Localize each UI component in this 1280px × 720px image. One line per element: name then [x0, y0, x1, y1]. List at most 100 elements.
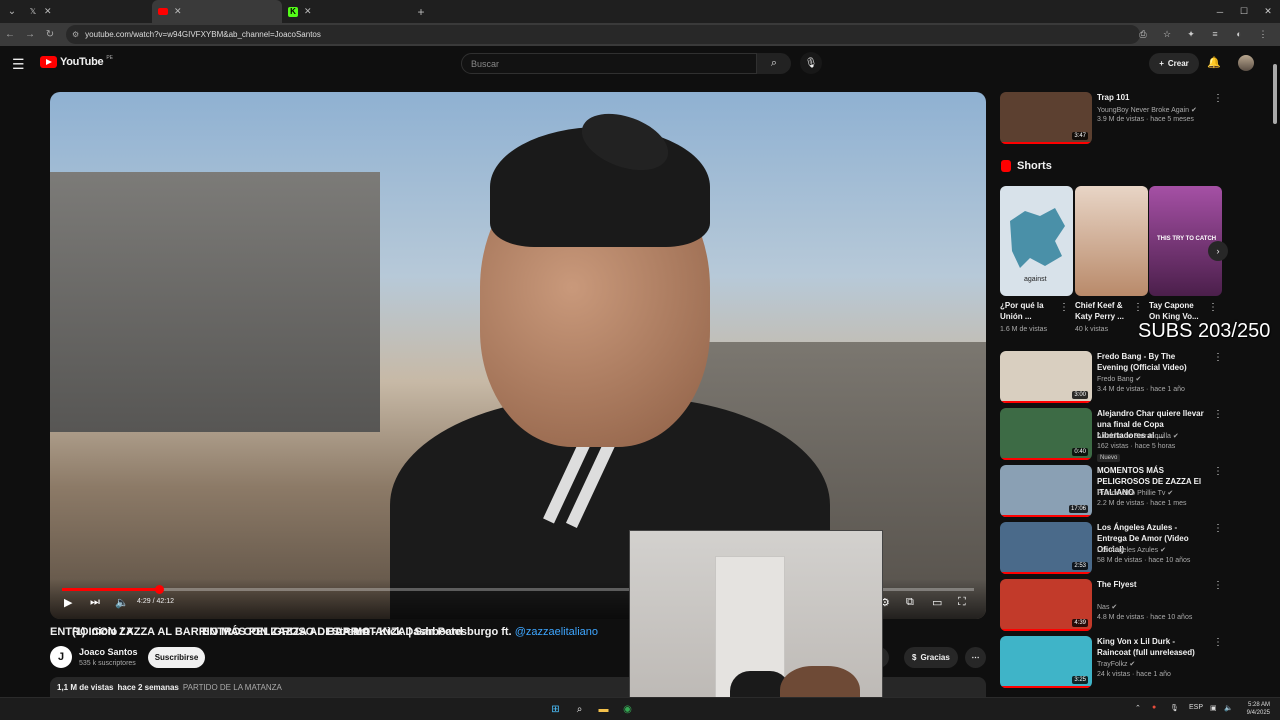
youtube-logo[interactable]: YouTube PE [40, 55, 113, 68]
notifications-bell-icon[interactable]: 🔔 [1207, 56, 1221, 69]
file-explorer-icon[interactable]: ▬ [596, 702, 611, 717]
sidebar-video-item[interactable]: 0:40 Alejandro Char quiere llevar una fin… [1000, 408, 1226, 462]
close-window-icon[interactable]: ✕ [1256, 0, 1280, 23]
scrollbar-thumb[interactable] [1273, 64, 1277, 124]
more-options-icon[interactable]: ⋮ [1133, 302, 1143, 313]
video-thumbnail[interactable]: 4:39 [1000, 579, 1092, 631]
network-icon[interactable]: ▣ [1210, 704, 1217, 712]
short-thumbnail[interactable]: THIS TRY TO CATCH [1149, 186, 1222, 296]
short-caption: against [1024, 276, 1047, 283]
minimize-icon[interactable]: ─ [1208, 0, 1232, 23]
channel-subscriber-count: 535 k suscriptores [79, 660, 136, 667]
chrome-icon[interactable]: ◉ [620, 702, 635, 717]
volume-icon[interactable]: 🔈 [115, 596, 129, 609]
theater-mode-icon[interactable]: ▭ [932, 596, 942, 609]
hamburger-menu-icon[interactable]: ☰ [12, 56, 25, 73]
video-channel: Prende Otro Phillie Tv ✔ [1097, 489, 1173, 497]
video-title[interactable]: Fredo Bang - By The Evening (Official Vi… [1097, 351, 1207, 373]
video-thumbnail[interactable]: 0:40 [1000, 408, 1092, 460]
back-icon[interactable]: ← [0, 29, 20, 40]
video-thumbnail[interactable]: 3:25 [1000, 636, 1092, 688]
more-options-icon[interactable]: ⋮ [1213, 637, 1223, 648]
microphone-icon[interactable]: 🎙 [1170, 704, 1179, 712]
profile-icon[interactable]: ◐ [1230, 25, 1248, 43]
window-controls: ─ ☐ ✕ [1208, 0, 1280, 23]
subscribe-button[interactable]: Suscribirse [148, 647, 205, 668]
sidebar-video-item[interactable]: 4:39 The Flyest Nas ✔ 4.8 M de vistas · hac… [1000, 579, 1226, 631]
search-button[interactable]: ⌕ [757, 53, 791, 74]
language-indicator[interactable]: ESP [1189, 704, 1203, 711]
more-options-icon[interactable]: ⋮ [1059, 302, 1069, 313]
video-title[interactable]: King Von x Lil Durk - Raincoat (full unr… [1097, 636, 1207, 658]
url-field[interactable]: ⚙ youtube.com/watch?v=w94GIVFXYBM&ab_cha… [66, 25, 1140, 44]
video-thumbnail[interactable]: 17:06 [1000, 465, 1092, 517]
voice-search-button[interactable]: 🎙 [800, 52, 822, 74]
sidebar-video-item[interactable]: 3:00 Fredo Bang - By The Evening (Officia… [1000, 351, 1226, 403]
sidebar-video-item[interactable]: 2:53 Los Ángeles Azules - Entrega De Amor… [1000, 522, 1226, 574]
tab-youtube[interactable]: ENTRO CON ZAZZA AL BARRIO ✕ [152, 0, 370, 638]
url-text: youtube.com/watch?v=w94GIVFXYBM&ab_chann… [85, 30, 321, 39]
close-tab-icon[interactable]: ✕ [174, 6, 182, 17]
short-thumbnail[interactable] [1075, 186, 1148, 296]
more-options-icon[interactable]: ⋮ [1213, 466, 1223, 477]
sidebar-video-top[interactable]: 3:47 Trap 101 YoungBoy Never Broke Again… [1000, 92, 1226, 144]
next-icon[interactable]: ⏭ [90, 596, 100, 609]
video-duration: 4:39 [1072, 619, 1088, 627]
forward-icon[interactable]: → [20, 29, 40, 40]
maximize-icon[interactable]: ☐ [1232, 0, 1256, 23]
video-title[interactable]: Trap 101 [1097, 92, 1207, 103]
chevron-up-icon[interactable]: ⌃ [1135, 704, 1141, 712]
sidebar-video-item[interactable]: 17:06 MOMENTOS MÁS PELIGROSOS DE ZAZZA El… [1000, 465, 1226, 517]
thanks-button[interactable]: $ Gracias [904, 647, 958, 668]
new-tab-button[interactable]: + [412, 5, 430, 19]
subs-goal-overlay: SUBS 203/250 [1138, 320, 1271, 342]
shorts-next-button[interactable]: › [1208, 241, 1228, 261]
clock[interactable]: 5:28 AM 9/4/2025 [1247, 701, 1270, 717]
more-options-icon[interactable]: ⋮ [1213, 409, 1223, 420]
tab-x[interactable]: 𝕏 (1) Inicio / X ✕ [22, 0, 152, 638]
short-title[interactable]: Chief Keef & Katy Perry ... [1075, 300, 1135, 322]
video-thumbnail[interactable]: 3:00 [1000, 351, 1092, 403]
scrollbar[interactable] [1272, 56, 1278, 690]
video-title[interactable]: The Flyest [1097, 579, 1207, 590]
title-mention-link[interactable]: @zazzaelitaliano [515, 626, 598, 638]
more-options-icon[interactable]: ⋮ [1213, 93, 1223, 104]
miniplayer-icon[interactable]: ⧉ [906, 596, 914, 609]
fullscreen-icon[interactable]: ⛶ [958, 596, 966, 609]
close-tab-icon[interactable]: ✕ [304, 6, 312, 17]
more-options-icon[interactable]: ⋮ [1213, 523, 1223, 534]
video-thumbnail[interactable]: 2:53 [1000, 522, 1092, 574]
more-options-icon[interactable]: ⋮ [1213, 580, 1223, 591]
short-title[interactable]: Tay Capone On King Vo... [1149, 300, 1209, 322]
channel-name[interactable]: Joaco Santos [79, 647, 138, 657]
video-thumbnail[interactable]: 3:47 [1000, 92, 1092, 144]
site-info-icon[interactable]: ⚙ [72, 30, 79, 39]
search-icon[interactable]: ⌕ [572, 702, 587, 717]
channel-avatar[interactable]: J [50, 646, 72, 668]
reload-icon[interactable]: ↻ [40, 29, 60, 40]
description-tag[interactable]: PARTIDO DE LA MATANZA [183, 683, 282, 692]
more-options-icon[interactable]: ⋮ [1208, 302, 1218, 313]
create-button[interactable]: + Crear [1149, 53, 1199, 74]
tab-kick[interactable]: K Stream - Kick Dashboard ✕ [282, 0, 463, 638]
more-actions-button[interactable]: ⋯ [965, 647, 986, 668]
security-icon[interactable]: ● [1152, 704, 1156, 711]
video-title: ENTRO CON ZAZZA AL BARRIO MÁS PELIGROSO … [50, 626, 598, 638]
tab-search-icon[interactable]: ⌄ [2, 2, 22, 22]
progress-scrubber[interactable] [154, 585, 164, 594]
close-tab-icon[interactable]: ✕ [44, 6, 52, 17]
sidebar-video-item[interactable]: 3:25 King Von x Lil Durk - Raincoat (full… [1000, 636, 1226, 688]
windows-start-icon[interactable]: ⊞ [548, 702, 563, 717]
volume-icon[interactable]: 🔈 [1224, 704, 1233, 712]
play-icon[interactable]: ▶ [64, 596, 72, 609]
short-thumbnail[interactable]: against [1000, 186, 1073, 296]
bookmark-star-icon[interactable]: ☆ [1158, 25, 1176, 43]
search-input[interactable]: Buscar [461, 53, 757, 74]
reading-list-icon[interactable]: ≡ [1206, 25, 1224, 43]
install-icon[interactable]: ⎙ [1134, 25, 1152, 43]
extensions-icon[interactable]: ✦ [1182, 25, 1200, 43]
more-options-icon[interactable]: ⋮ [1213, 352, 1223, 363]
short-title[interactable]: ¿Por qué la Unión ... [1000, 300, 1060, 322]
browser-menu-icon[interactable]: ⋮ [1254, 25, 1272, 43]
avatar[interactable] [1238, 55, 1254, 71]
